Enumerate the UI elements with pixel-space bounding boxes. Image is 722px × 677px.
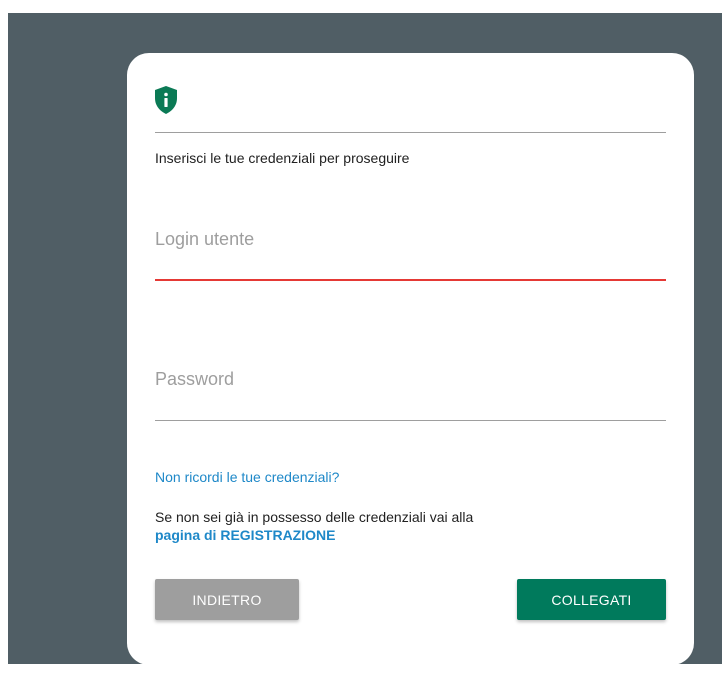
header-divider xyxy=(155,132,666,133)
intro-text: Inserisci le tue credenziali per prosegu… xyxy=(155,150,410,166)
forgot-credentials-link[interactable]: Non ricordi le tue credenziali? xyxy=(155,469,339,485)
shield-info-icon xyxy=(155,86,177,114)
password-field xyxy=(155,353,666,421)
login-field xyxy=(155,213,666,281)
login-input[interactable] xyxy=(155,213,666,281)
registration-link[interactable]: pagina di REGISTRAZIONE xyxy=(155,527,335,543)
password-input[interactable] xyxy=(155,353,666,421)
registration-text: Se non sei già in possesso delle credenz… xyxy=(155,509,474,525)
login-button[interactable]: COLLEGATI xyxy=(517,579,666,620)
login-card: Inserisci le tue credenziali per prosegu… xyxy=(127,53,694,665)
back-button[interactable]: INDIETRO xyxy=(155,579,299,620)
